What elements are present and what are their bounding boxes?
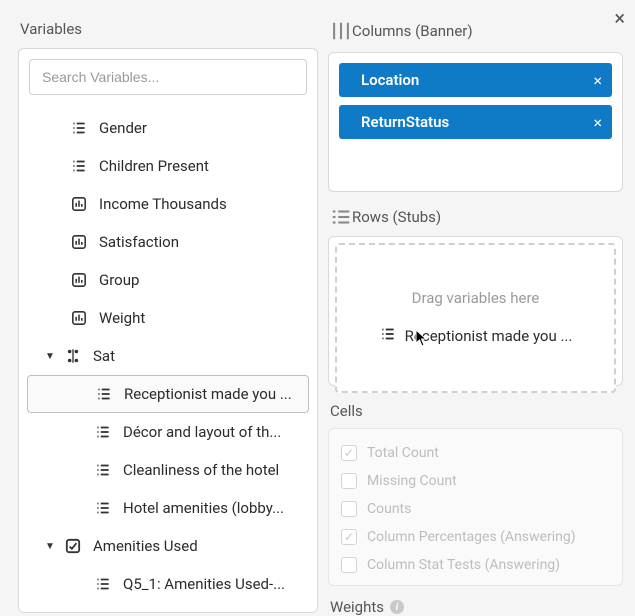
rows-icon xyxy=(330,206,352,228)
list-icon xyxy=(93,460,113,480)
column-chip[interactable]: Location× xyxy=(339,63,612,97)
tree-item-label: Sat xyxy=(93,347,115,365)
list-icon xyxy=(69,118,89,138)
info-icon[interactable]: i xyxy=(390,600,404,614)
bar-icon xyxy=(69,232,89,252)
cells-option-label: Counts xyxy=(367,501,411,517)
cells-option-label: Column Stat Tests (Answering) xyxy=(367,557,560,573)
cells-option[interactable]: Missing Count xyxy=(341,467,610,495)
multi-icon xyxy=(63,346,83,366)
chip-remove-icon[interactable]: × xyxy=(593,71,602,90)
search-wrap xyxy=(19,49,317,105)
checkbox-icon[interactable] xyxy=(341,501,357,517)
chip-label: Location xyxy=(361,71,593,89)
tree-item-label: Group xyxy=(99,271,139,289)
rows-dropzone[interactable]: Drag variables here Receptionist made yo… xyxy=(328,236,623,386)
tree-item[interactable]: Q5_1: Amenities Used-... xyxy=(27,565,309,603)
bar-icon xyxy=(69,270,89,290)
list-icon xyxy=(93,422,113,442)
chip-remove-icon[interactable]: × xyxy=(593,113,602,132)
tree-item-label: Décor and layout of th... xyxy=(123,423,281,441)
checkbox-icon[interactable] xyxy=(341,445,357,461)
bar-icon xyxy=(69,194,89,214)
tree-item-label: Cleanliness of the hotel xyxy=(123,461,279,479)
columns-dropzone[interactable]: Location×ReturnStatus× xyxy=(328,52,623,192)
cells-option[interactable]: Column Stat Tests (Answering) xyxy=(341,551,610,579)
columns-title: Columns (Banner) xyxy=(352,22,473,40)
tree-group[interactable]: ▼ Sat xyxy=(27,337,309,375)
tree-item[interactable]: Weight xyxy=(27,299,309,337)
tree-item-label: Weight xyxy=(99,309,145,327)
close-icon[interactable]: × xyxy=(614,6,625,30)
check-icon xyxy=(63,536,83,556)
weights-title: Weights xyxy=(330,598,384,616)
rows-drag-ghost: Receptionist made you ... xyxy=(379,325,573,347)
cells-option-label: Total Count xyxy=(367,445,439,461)
rows-header: Rows (Stubs) xyxy=(330,206,623,228)
variables-pane: Variables Gender Children Present Income T… xyxy=(18,20,318,613)
columns-icon xyxy=(330,20,352,42)
cells-header: Cells xyxy=(330,402,623,420)
rows-dashed-area: Drag variables here Receptionist made yo… xyxy=(335,243,616,393)
tree-item-label: Gender xyxy=(99,119,147,137)
tree-item-label: Satisfaction xyxy=(99,233,179,251)
columns-header: Columns (Banner) xyxy=(328,20,623,42)
list-icon xyxy=(379,325,397,347)
tree-item-label: Receptionist made you ... xyxy=(124,385,292,403)
tree-item-label: Hotel amenities (lobby... xyxy=(123,499,284,517)
tree-item[interactable]: Décor and layout of th... xyxy=(27,413,309,451)
expander-icon[interactable]: ▼ xyxy=(43,351,57,362)
checkbox-icon[interactable] xyxy=(341,529,357,545)
tree-item[interactable]: Hotel amenities (lobby... xyxy=(27,489,309,527)
rows-title: Rows (Stubs) xyxy=(352,208,441,226)
bar-icon xyxy=(69,308,89,328)
checkbox-icon[interactable] xyxy=(341,557,357,573)
cells-option[interactable]: Counts xyxy=(341,495,610,523)
chip-label: ReturnStatus xyxy=(361,113,593,131)
list-icon xyxy=(69,156,89,176)
right-pane: Columns (Banner) Location×ReturnStatus× … xyxy=(328,20,623,613)
cells-title: Cells xyxy=(330,402,363,420)
tree-item-label: Amenities Used xyxy=(93,537,198,555)
column-chip[interactable]: ReturnStatus× xyxy=(339,105,612,139)
cells-option-label: Column Percentages (Answering) xyxy=(367,529,576,545)
tree-item-label: Children Present xyxy=(99,157,209,175)
tree-item[interactable]: Income Thousands xyxy=(27,185,309,223)
variables-header: Variables xyxy=(18,20,318,38)
builder-container: Variables Gender Children Present Income T… xyxy=(0,0,635,613)
list-icon xyxy=(93,574,113,594)
cells-option-label: Missing Count xyxy=(367,473,457,489)
search-input[interactable] xyxy=(29,59,307,95)
expander-icon[interactable]: ▼ xyxy=(43,541,57,552)
rows-hint: Drag variables here xyxy=(412,289,540,307)
list-icon xyxy=(94,384,114,404)
variables-tree[interactable]: Gender Children Present Income Thousands Sa… xyxy=(19,105,317,612)
list-icon xyxy=(93,498,113,518)
cells-box: Total Count Missing Count Counts Column Per… xyxy=(328,428,623,586)
cells-option[interactable]: Column Percentages (Answering) xyxy=(341,523,610,551)
tree-group[interactable]: ▼ Amenities Used xyxy=(27,527,309,565)
tree-item-label: Q5_1: Amenities Used-... xyxy=(123,575,285,593)
tree-item[interactable]: Satisfaction xyxy=(27,223,309,261)
cells-option[interactable]: Total Count xyxy=(341,439,610,467)
tree-item-label: Income Thousands xyxy=(99,195,227,213)
tree-item[interactable]: Group xyxy=(27,261,309,299)
tree-item[interactable]: Children Present xyxy=(27,147,309,185)
tree-item[interactable]: Gender xyxy=(27,109,309,147)
tree-item[interactable]: Receptionist made you ... xyxy=(27,375,309,413)
tree-item[interactable]: Cleanliness of the hotel xyxy=(27,451,309,489)
variables-title: Variables xyxy=(20,20,82,38)
checkbox-icon[interactable] xyxy=(341,473,357,489)
variables-box: Gender Children Present Income Thousands Sa… xyxy=(18,48,318,613)
weights-header: Weights i xyxy=(330,598,623,616)
rows-ghost-label: Receptionist made you ... xyxy=(405,327,573,345)
